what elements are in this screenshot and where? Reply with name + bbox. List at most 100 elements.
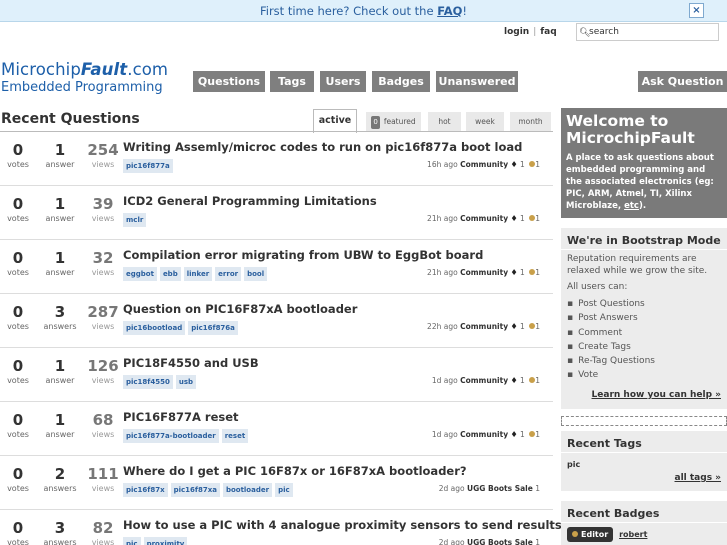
tag[interactable]: reset	[221, 429, 249, 443]
question-row: 0 votes 1 answer 32 views Compilation error mi…	[0, 240, 553, 294]
close-icon[interactable]: ×	[689, 3, 704, 18]
tag[interactable]: linker	[183, 267, 213, 281]
votes-label: votes	[7, 322, 29, 331]
votes-label: votes	[7, 538, 29, 545]
editor-badge[interactable]: Editor	[567, 527, 614, 542]
view-count: 126 views	[85, 358, 121, 386]
question-title[interactable]: Where do I get a PIC 16F87x or 16F87xA b…	[123, 464, 467, 478]
tag[interactable]: pic18f4550	[123, 375, 173, 389]
tag[interactable]: pic16f87x	[123, 483, 168, 497]
bootstrap-title: We're in Bootstrap Mode	[561, 228, 727, 250]
diamond-icon: ♦	[510, 322, 518, 331]
answers-label: answers	[43, 322, 77, 331]
list-item: Re-Tag Questions	[567, 354, 721, 368]
tab-active[interactable]: active	[313, 109, 357, 133]
tag[interactable]: pic16f877a	[123, 159, 173, 173]
question-user[interactable]: UGG Boots Sale	[467, 538, 533, 545]
notify-suffix: !	[462, 4, 468, 18]
nav-questions[interactable]: Questions	[193, 71, 265, 92]
badge-count: 1	[535, 160, 540, 169]
view-count: 287 views	[85, 304, 121, 332]
answers-number: 1	[54, 249, 66, 267]
vote-count: 0 votes	[0, 250, 36, 278]
nav-users[interactable]: Users	[320, 71, 366, 92]
question-user[interactable]: Community	[460, 376, 508, 385]
nav-unanswered[interactable]: Unanswered	[436, 71, 518, 92]
question-title[interactable]: Compilation error migrating from UBW to …	[123, 248, 483, 262]
tag-list: pic16f877a-bootloader reset	[123, 429, 251, 443]
login-link[interactable]: login	[504, 27, 529, 37]
question-title[interactable]: How to use a PIC with 4 analogue proximi…	[123, 518, 632, 532]
recent-badges-title: Recent Badges	[561, 501, 727, 523]
question-user[interactable]: Community	[460, 214, 508, 223]
badge-count: 1	[535, 268, 540, 277]
badge-user-link[interactable]: robert	[619, 530, 647, 539]
answers-label: answers	[43, 484, 77, 493]
ask-question-button[interactable]: Ask Question	[638, 71, 727, 92]
answer-count: 1 answer	[42, 250, 78, 278]
question-time: 21h ago	[427, 268, 458, 277]
tag-list: eggbot ebb linker error bool	[123, 267, 270, 281]
question-time: 1d ago	[431, 376, 458, 385]
nav-badges[interactable]: Badges	[372, 71, 430, 92]
tag[interactable]: proximity	[143, 537, 188, 545]
tag[interactable]: eggbot	[123, 267, 157, 281]
tag[interactable]: pic16bootload	[123, 321, 186, 335]
sort-tabs: active 0 featured hot week month	[0, 109, 553, 133]
answers-label: answers	[43, 538, 77, 545]
votes-number: 0	[12, 411, 24, 429]
question-title[interactable]: ICD2 General Programming Limitations	[123, 194, 377, 208]
question-user[interactable]: Community	[460, 430, 508, 439]
view-count: 32 views	[85, 250, 121, 278]
votes-label: votes	[7, 268, 29, 277]
badge-count: 1	[535, 322, 540, 331]
recent-tag[interactable]: pic	[561, 453, 727, 474]
tag[interactable]: usb	[175, 375, 197, 389]
search-input[interactable]: 🔍︎ search	[576, 23, 719, 41]
welcome-title-2: MicrochipFault	[566, 129, 695, 147]
tab-month[interactable]: month	[510, 112, 551, 131]
votes-number: 0	[12, 357, 24, 375]
question-user[interactable]: UGG Boots Sale	[467, 484, 533, 493]
tag[interactable]: pic16f877a-bootloader	[123, 429, 219, 443]
views-label: views	[91, 376, 115, 385]
question-user[interactable]: Community	[460, 322, 508, 331]
faq-top-link[interactable]: faq	[540, 27, 556, 37]
question-time: 2d ago	[438, 484, 465, 493]
learn-more-link[interactable]: Learn how you can help »	[592, 390, 721, 400]
tag[interactable]: bootloader	[222, 483, 273, 497]
vote-count: 0 votes	[0, 358, 36, 386]
faq-link[interactable]: FAQ	[437, 4, 462, 18]
tag[interactable]: pic	[275, 483, 293, 497]
nav-tags[interactable]: Tags	[270, 71, 314, 92]
question-title[interactable]: PIC16F877A reset	[123, 410, 239, 424]
vote-count: 0 votes	[0, 304, 36, 332]
views-label: views	[91, 268, 115, 277]
tag[interactable]: pic16f87xa	[170, 483, 220, 497]
recent-badges-box: Recent Badges Editor robert	[561, 501, 727, 545]
tag[interactable]: pic	[123, 537, 141, 545]
tab-week[interactable]: week	[466, 112, 504, 131]
question-user[interactable]: Community	[460, 160, 508, 169]
question-row: 0 votes 1 answer 68 views PIC16F877A reset pic1…	[0, 402, 553, 456]
votes-label: votes	[7, 484, 29, 493]
tag[interactable]: error	[215, 267, 242, 281]
tag[interactable]: ebb	[159, 267, 181, 281]
answers-label: answer	[45, 430, 75, 439]
answer-count: 1 answer	[42, 412, 78, 440]
question-user[interactable]: Community	[460, 268, 508, 277]
question-title[interactable]: Writing Assemly/microc codes to run on p…	[123, 140, 522, 154]
tag[interactable]: pic16f876a	[188, 321, 238, 335]
etc-link[interactable]: etc	[624, 201, 639, 211]
tab-hot[interactable]: hot	[428, 112, 461, 131]
recent-tags-box: Recent Tags pic all tags »	[561, 431, 727, 491]
question-title[interactable]: PIC18F4550 and USB	[123, 356, 259, 370]
tag[interactable]: bool	[244, 267, 268, 281]
views-number: 287	[87, 303, 119, 321]
all-tags-link[interactable]: all tags »	[675, 473, 722, 483]
question-title[interactable]: Question on PIC16F87xA bootloader	[123, 302, 357, 316]
diamond-icon: ♦	[510, 160, 518, 169]
tag[interactable]: mclr	[123, 213, 147, 227]
bootstrap-text: Reputation requirements are relaxed whil…	[567, 254, 708, 276]
tab-featured[interactable]: 0 featured	[366, 112, 421, 131]
